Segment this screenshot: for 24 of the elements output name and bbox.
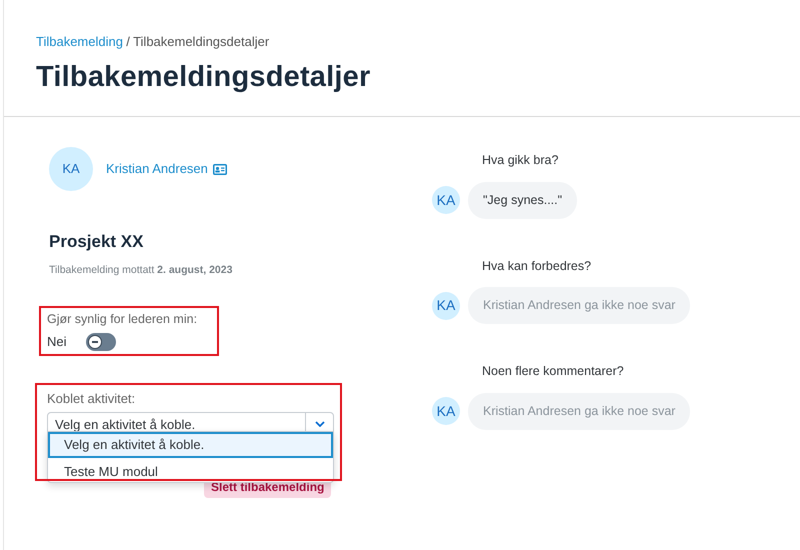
page-title: Tilbakemeldingsdetaljer [36, 60, 372, 94]
question-text: Hva kan forbedres? [481, 258, 592, 274]
question-text: Noen flere kommentarer? [481, 363, 625, 380]
breadcrumb-separator: / [126, 34, 130, 49]
person-link[interactable]: Kristian Andresen [106, 159, 208, 179]
received-date-text: Tilbakemelding mottatt 2. august, 2023 [49, 262, 234, 278]
question-text: Hva gikk bra? [481, 152, 560, 169]
avatar: KA [49, 147, 93, 191]
caret-icon[interactable] [314, 421, 324, 428]
avatar: KA [432, 186, 460, 214]
toggle-switch[interactable] [86, 333, 116, 351]
breadcrumb-current: Tilbakemeldingsdetaljer [133, 34, 270, 49]
breadcrumb-link[interactable]: Tilbakemelding [36, 34, 123, 49]
dropdown-option[interactable]: Velg en aktivitet å koble. [48, 432, 333, 458]
avatar: KA [432, 292, 460, 320]
contact-card-icon[interactable] [212, 164, 227, 174]
answer-bubble: Kristian Andresen ga ikke noe svar [468, 392, 690, 430]
project-title: Prosjekt XX [49, 231, 144, 253]
avatar: KA [432, 397, 460, 426]
activity-label: Koblet aktivitet: [47, 390, 136, 408]
visibility-label: Gjør synlig for lederen min: [47, 311, 198, 328]
answer-bubble: "Jeg synes...." [468, 182, 578, 218]
answer-bubble: Kristian Andresen ga ikke noe svar [468, 287, 690, 324]
toggle-value: Nei [47, 333, 67, 352]
